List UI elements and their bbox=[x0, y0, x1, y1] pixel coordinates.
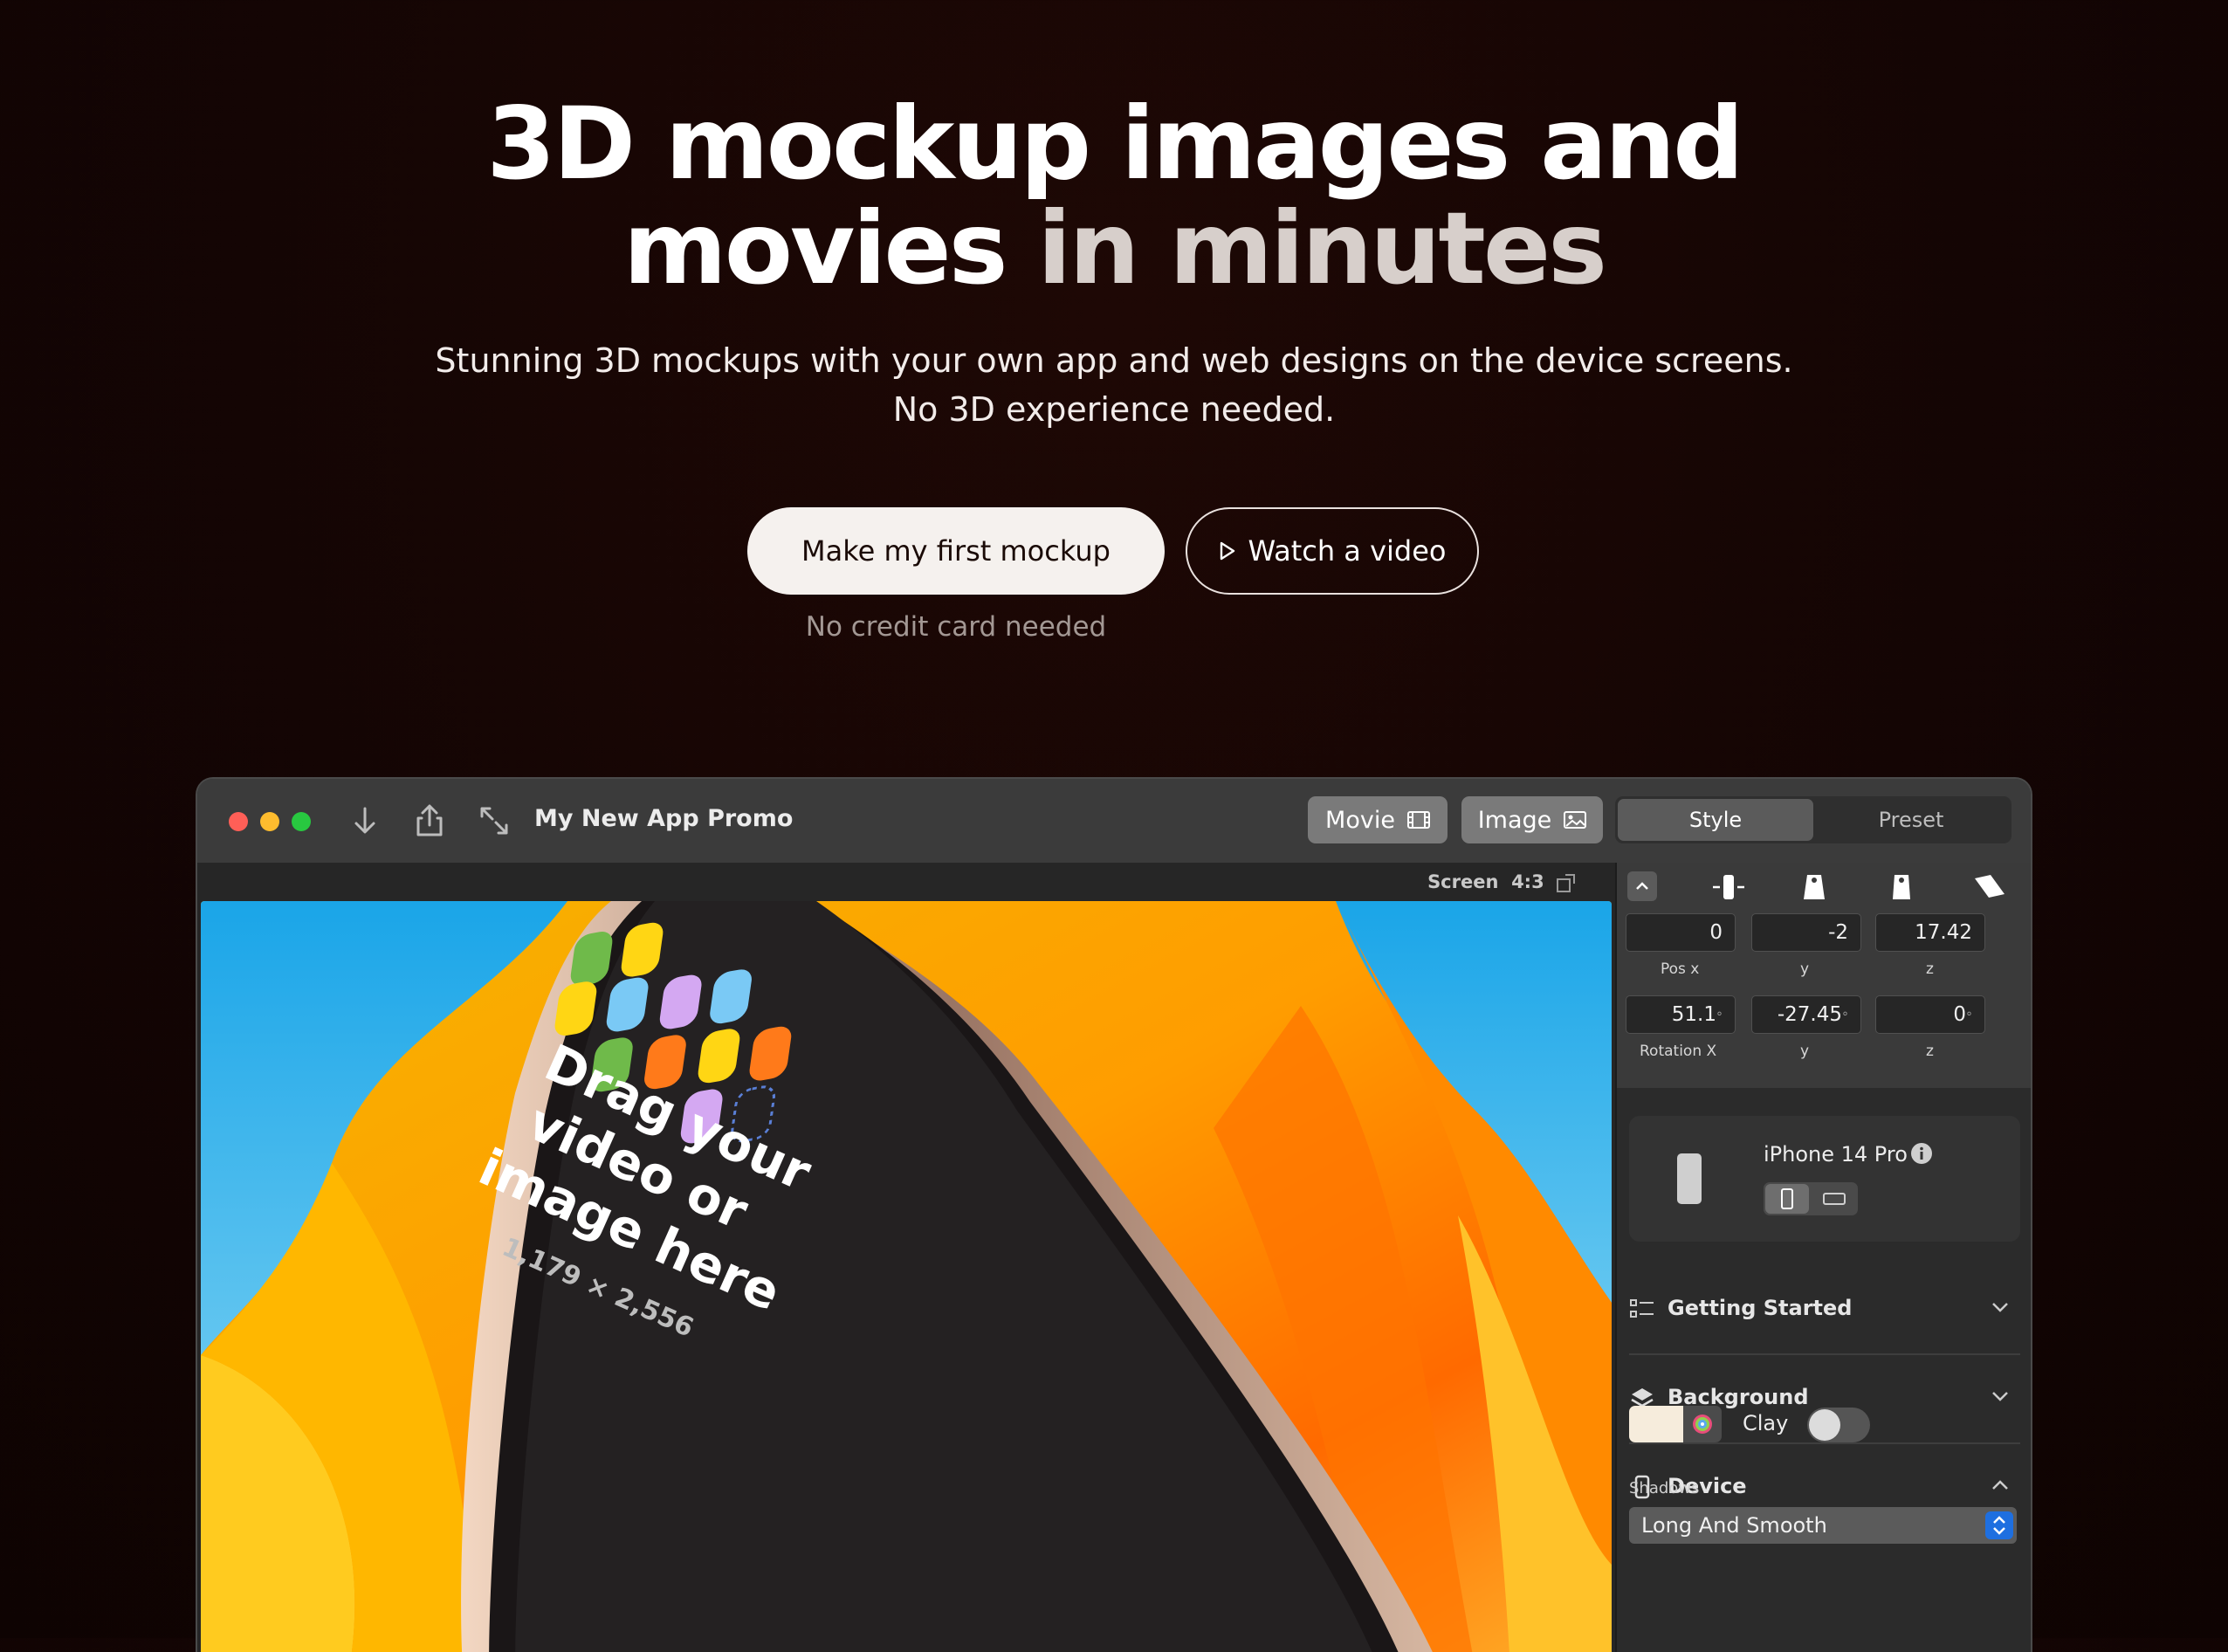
shadows-value: Long And Smooth bbox=[1641, 1513, 1827, 1538]
movie-mode-label: Movie bbox=[1325, 806, 1395, 834]
download-icon[interactable] bbox=[346, 802, 384, 840]
document-title[interactable]: My New App Promo bbox=[534, 805, 793, 832]
device-front-icon[interactable] bbox=[1795, 868, 1833, 906]
hero-title-line1: 3D mockup images and bbox=[486, 86, 1744, 202]
checklist-icon bbox=[1630, 1299, 1654, 1318]
share-icon[interactable] bbox=[410, 802, 449, 840]
make-first-mockup-button[interactable]: Make my first mockup bbox=[747, 507, 1165, 595]
no-credit-card-note: No credit card needed bbox=[805, 611, 1107, 643]
rotation-y-unit: ° bbox=[1842, 1010, 1848, 1024]
iphone-icon bbox=[1677, 1153, 1702, 1204]
rotation-y-label: y bbox=[1800, 1043, 1810, 1060]
tab-style[interactable]: Style bbox=[1618, 799, 1813, 841]
rotation-y-field[interactable]: -27.45° bbox=[1751, 995, 1861, 1034]
play-icon bbox=[1220, 541, 1234, 561]
photo-icon bbox=[1564, 811, 1587, 829]
portrait-icon bbox=[1781, 1188, 1793, 1209]
canvas-area: Screen 4:3 Drag your video or image here… bbox=[197, 863, 1615, 1652]
chevron-up-icon bbox=[1636, 882, 1648, 890]
pos-y-label: y bbox=[1800, 960, 1810, 978]
select-arrows bbox=[1985, 1511, 2013, 1539]
aspect-lock-icon bbox=[1557, 874, 1575, 892]
image-mode-label: Image bbox=[1477, 806, 1552, 834]
inspector-panel: 0 -2 17.42 Pos x y z 51.1° -27.45° 0° Ro… bbox=[1615, 863, 2031, 1652]
chevron-down-icon bbox=[1992, 1303, 2008, 1312]
title-bar: My New App Promo Movie Image Style Prese… bbox=[197, 779, 2031, 864]
rotation-x-unit: ° bbox=[1716, 1010, 1723, 1024]
toggle-knob bbox=[1809, 1409, 1840, 1441]
pos-z-field[interactable]: 17.42 bbox=[1875, 913, 1985, 952]
image-mode-button[interactable]: Image bbox=[1461, 796, 1603, 843]
minimize-window-button[interactable] bbox=[260, 812, 279, 831]
watch-video-button[interactable]: Watch a video bbox=[1186, 507, 1479, 595]
pos-z-label: z bbox=[1926, 960, 1934, 978]
preview-scene: Drag your video or image here 1,179 × 2,… bbox=[201, 901, 1612, 1652]
zoom-window-button[interactable] bbox=[292, 812, 311, 831]
pos-y-field[interactable]: -2 bbox=[1751, 913, 1861, 952]
rotation-x-value: 51.1 bbox=[1671, 1003, 1716, 1026]
shadows-label: Shadows bbox=[1629, 1479, 1700, 1497]
color-wheel-icon bbox=[1693, 1415, 1712, 1434]
device-card[interactable]: iPhone 14 Pro bbox=[1629, 1116, 2020, 1242]
pos-x-field[interactable]: 0 bbox=[1626, 913, 1736, 952]
rotation-x-field[interactable]: 51.1° bbox=[1626, 995, 1736, 1034]
expand-icon[interactable] bbox=[475, 802, 513, 840]
movie-mode-button[interactable]: Movie bbox=[1308, 796, 1448, 843]
transform-controls: 0 -2 17.42 Pos x y z 51.1° -27.45° 0° Ro… bbox=[1617, 863, 2031, 1088]
close-window-button[interactable] bbox=[229, 812, 248, 831]
color-picker-button[interactable] bbox=[1683, 1406, 1722, 1442]
device-back-icon[interactable] bbox=[1882, 868, 1921, 906]
device-color-swatch[interactable] bbox=[1629, 1406, 1683, 1442]
device-tilt-icon[interactable] bbox=[1970, 868, 2008, 906]
film-icon bbox=[1406, 811, 1430, 829]
hero-title-line2b: in minutes bbox=[1037, 190, 1607, 306]
portrait-button[interactable] bbox=[1765, 1184, 1809, 1214]
info-icon[interactable] bbox=[1910, 1142, 1933, 1165]
clay-label: Clay bbox=[1743, 1411, 1789, 1435]
device-name: iPhone 14 Pro bbox=[1764, 1142, 1908, 1167]
landscape-button[interactable] bbox=[1812, 1184, 1856, 1214]
rotation-z-field[interactable]: 0° bbox=[1875, 995, 1985, 1034]
shadows-select[interactable]: Long And Smooth bbox=[1629, 1507, 2017, 1544]
screen-ratio: 4:3 bbox=[1511, 871, 1544, 892]
collapse-button[interactable] bbox=[1627, 871, 1657, 901]
chevron-up-icon bbox=[1992, 1480, 2008, 1490]
hero-title-line2a: movies bbox=[622, 190, 1008, 306]
watch-video-label: Watch a video bbox=[1248, 534, 1447, 568]
mockup-preview[interactable]: Drag your video or image here 1,179 × 2,… bbox=[201, 901, 1612, 1652]
device-flat-icon[interactable] bbox=[1709, 868, 1748, 906]
hero-title: 3D mockup images and movies in minutes bbox=[0, 92, 2228, 301]
section-getting-started[interactable]: Getting Started bbox=[1629, 1266, 2020, 1355]
pos-x-label: Pos x bbox=[1661, 960, 1700, 978]
hero-subtitle: Stunning 3D mockups with your own app an… bbox=[435, 341, 1793, 429]
screen-label: Screen bbox=[1427, 871, 1499, 892]
rotation-z-value: 0 bbox=[1953, 1003, 1966, 1026]
clay-toggle[interactable] bbox=[1807, 1408, 1870, 1442]
screen-ratio-label[interactable]: Screen 4:3 bbox=[1427, 871, 1577, 893]
rotation-z-unit: ° bbox=[1966, 1010, 1972, 1024]
rotation-x-label: Rotation X bbox=[1640, 1043, 1717, 1060]
style-preset-tabs: Style Preset bbox=[1615, 796, 2011, 843]
landscape-icon bbox=[1823, 1193, 1846, 1205]
updown-chevron-icon bbox=[1993, 1516, 2005, 1535]
rotation-y-value: -27.45 bbox=[1777, 1003, 1842, 1026]
tab-preset[interactable]: Preset bbox=[1813, 799, 2009, 841]
app-window: My New App Promo Movie Image Style Prese… bbox=[197, 779, 2031, 1652]
rotation-z-label: z bbox=[1926, 1043, 1934, 1060]
chevron-down-icon bbox=[1992, 1392, 2008, 1401]
orientation-toggle bbox=[1764, 1182, 1858, 1215]
getting-started-title: Getting Started bbox=[1668, 1296, 1853, 1320]
